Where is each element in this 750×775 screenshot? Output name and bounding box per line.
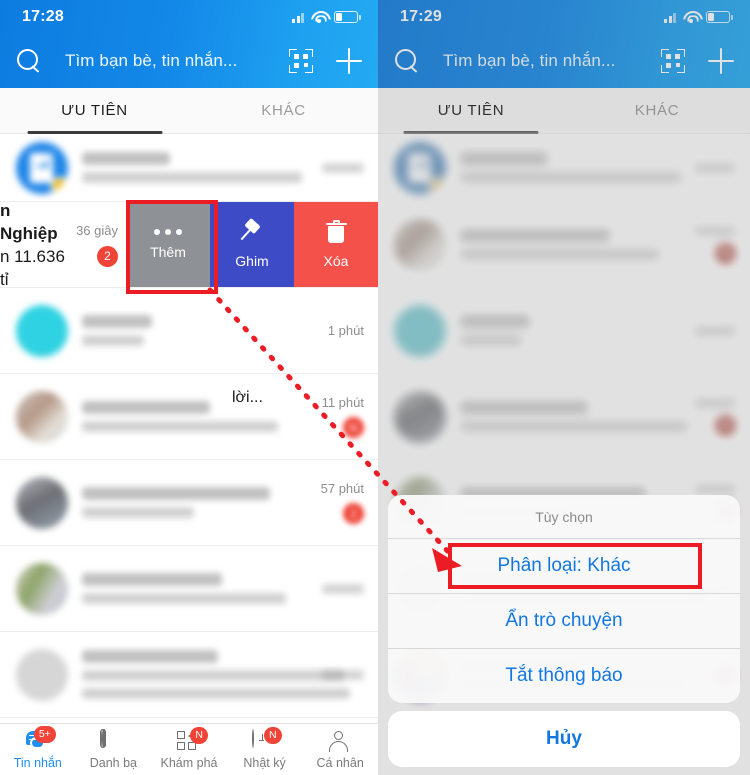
swipe-action-label: Ghim <box>235 253 269 269</box>
phone-screen-right: 17:29 Tìm bạn bè, tin nhắn... ƯU TIÊN KH… <box>378 0 750 775</box>
bottom-navigation-bar: 5+ Tin nhắn Danh bạ N Khám phá N Nhật ký… <box>0 723 378 775</box>
battery-icon <box>334 11 361 23</box>
app-header-left: 17:28 Tìm bạn bè, tin nhắn... <box>0 0 378 88</box>
nav-nhat-ky[interactable]: N Nhật ký <box>227 726 303 770</box>
phone-screen-left: 17:28 Tìm bạn bè, tin nhắn... ƯU TIÊN KH… <box>0 0 378 775</box>
unread-badge: 2 <box>97 245 118 267</box>
unread-badge: 2 <box>343 503 364 524</box>
swiped-conversation-preview[interactable]: n Nghiệp n 11.636 tỉ <box>0 200 76 289</box>
nav-label: Cá nhân <box>316 755 364 770</box>
timestamp: 36 giây <box>76 222 118 238</box>
nav-label: Khám phá <box>160 755 218 770</box>
search-bar-left[interactable]: Tìm bạn bè, tin nhắn... <box>0 34 378 88</box>
nav-badge: N <box>190 726 208 744</box>
unread-badge: N <box>343 417 364 438</box>
conversation-snippet: n 11.636 tỉ <box>0 246 65 289</box>
search-icon[interactable] <box>14 46 44 76</box>
avatar <box>16 390 68 443</box>
tab-uu-tien[interactable]: ƯU TIÊN <box>0 88 189 133</box>
action-sheet-item-an-tro-chuyen[interactable]: Ẩn trò chuyện <box>388 594 740 649</box>
list-item-meta: 1 phút <box>328 323 364 338</box>
discover-icon: N <box>176 726 208 752</box>
swipe-action-more[interactable]: Thêm <box>126 202 210 287</box>
tab-khac[interactable]: KHÁC <box>189 88 378 133</box>
wifi-icon <box>311 11 327 23</box>
list-item[interactable] <box>0 546 378 632</box>
nav-label: Nhật ký <box>243 755 286 770</box>
action-sheet: Tùy chọn Phân loại: Khác Ẩn trò chuyện T… <box>388 495 740 767</box>
list-item-text <box>82 650 350 699</box>
list-item[interactable] <box>0 134 378 202</box>
status-icons <box>292 11 361 23</box>
cellular-signal-icon <box>292 12 304 23</box>
timestamp: 1 phút <box>327 323 364 338</box>
nav-tin-nhan[interactable]: 5+ Tin nhắn <box>0 725 76 770</box>
tab-bar-left: ƯU TIÊN KHÁC <box>0 88 378 134</box>
pin-icon <box>240 220 264 244</box>
contacts-icon <box>100 728 126 752</box>
timestamp: 11 phút <box>321 395 364 410</box>
action-sheet-cancel-button[interactable]: Hủy <box>388 711 740 767</box>
list-item-meta: 11 phút N <box>322 395 364 438</box>
list-item-meta: 57 phút 2 <box>321 481 364 524</box>
snippet-overlay-text: lời... <box>232 389 263 406</box>
list-item-meta <box>322 583 364 594</box>
action-sheet-group: Tùy chọn Phân loại: Khác Ẩn trò chuyện T… <box>388 495 740 703</box>
list-item-meta <box>322 162 364 173</box>
trash-icon <box>325 220 347 244</box>
avatar <box>16 648 68 701</box>
swipe-action-pin[interactable]: Ghim <box>210 202 294 287</box>
list-item-text <box>82 315 314 346</box>
search-placeholder[interactable]: Tìm bạn bè, tin nhắn... <box>46 51 286 71</box>
list-item[interactable] <box>0 632 378 718</box>
nav-label: Tin nhắn <box>13 755 62 770</box>
action-sheet-item-tat-thong-bao[interactable]: Tắt thông báo <box>388 649 740 703</box>
list-item-meta <box>322 669 364 680</box>
nav-label: Danh bạ <box>89 755 138 770</box>
nav-ca-nhan[interactable]: Cá nhân <box>302 730 378 770</box>
add-icon[interactable] <box>336 48 362 74</box>
ellipsis-icon <box>154 229 182 235</box>
status-clock: 17:28 <box>22 8 64 25</box>
nav-badge: N <box>263 726 282 744</box>
swipe-action-row[interactable]: n Nghiệp n 11.636 tỉ 36 giây 2 Thêm Ghim <box>0 200 378 289</box>
list-item[interactable]: 11 phút N <box>0 374 378 460</box>
avatar <box>16 141 68 194</box>
person-icon <box>327 730 353 752</box>
list-item[interactable]: 1 phút <box>0 288 378 374</box>
nav-kham-pha[interactable]: N Khám phá <box>151 726 227 770</box>
list-item[interactable]: 57 phút 2 <box>0 460 378 546</box>
list-item-text <box>82 401 308 432</box>
timestamp <box>322 669 364 680</box>
swiped-meta: 36 giây 2 <box>76 202 126 287</box>
diary-icon: N <box>251 726 282 752</box>
list-item-text <box>82 152 308 183</box>
nav-danh-ba[interactable]: Danh bạ <box>76 728 152 770</box>
list-item-text <box>82 573 308 604</box>
list-item-text <box>82 487 307 518</box>
screenshot-stage: 17:28 Tìm bạn bè, tin nhắn... ƯU TIÊN KH… <box>0 0 750 775</box>
action-sheet-title: Tùy chọn <box>388 495 740 539</box>
timestamp: 57 phút <box>320 481 364 496</box>
qr-code-icon[interactable] <box>288 48 314 74</box>
conversation-name: n Nghiệp <box>0 200 58 243</box>
timestamp <box>322 162 364 173</box>
avatar <box>16 304 68 357</box>
swipe-action-label: Thêm <box>150 244 186 260</box>
status-bar-left: 17:28 <box>0 0 378 34</box>
swipe-action-delete[interactable]: Xóa <box>294 202 378 287</box>
nav-badge: 5+ <box>33 725 56 743</box>
avatar <box>16 476 68 529</box>
messages-icon: 5+ <box>25 725 56 752</box>
swipe-action-label: Xóa <box>323 253 349 269</box>
action-sheet-item-phan-loai[interactable]: Phân loại: Khác <box>388 539 740 594</box>
avatar <box>16 562 68 615</box>
conversation-list-left: n Nghiệp n 11.636 tỉ 36 giây 2 Thêm Ghim <box>0 134 378 775</box>
timestamp <box>322 583 364 594</box>
